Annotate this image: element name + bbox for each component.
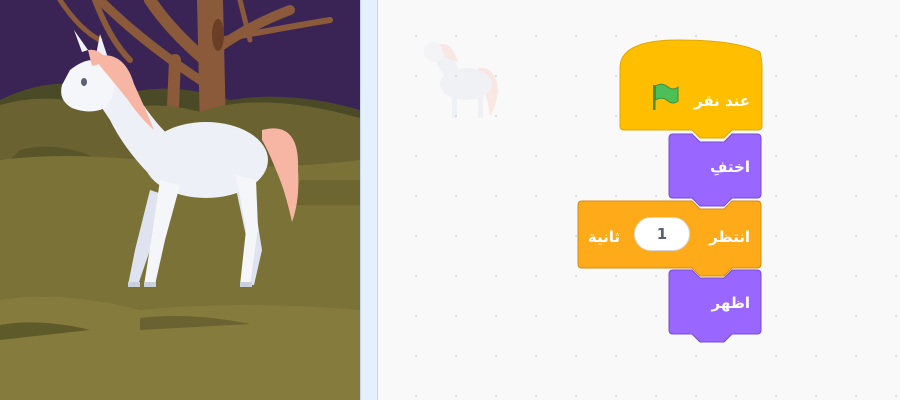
wait-seconds-input[interactable]: 1 xyxy=(634,217,690,251)
forest-backdrop xyxy=(0,0,360,400)
wait-block-label: انتظر xyxy=(709,228,750,246)
when-flag-clicked-block[interactable] xyxy=(619,39,763,139)
stage-divider[interactable] xyxy=(360,0,378,400)
script-stack xyxy=(577,39,763,343)
hide-block-label: اختفِ xyxy=(710,158,750,176)
wait-block-unit-label: ثانية xyxy=(587,228,620,246)
stage-canvas xyxy=(0,0,360,400)
show-block-label: اظهر xyxy=(711,294,750,312)
when-flag-clicked-label: عند نقر xyxy=(693,92,750,110)
green-flag-icon xyxy=(653,83,679,110)
code-workspace[interactable]: عند نقر اختفِ انتظر 1 ثانية اظهر xyxy=(378,0,900,400)
